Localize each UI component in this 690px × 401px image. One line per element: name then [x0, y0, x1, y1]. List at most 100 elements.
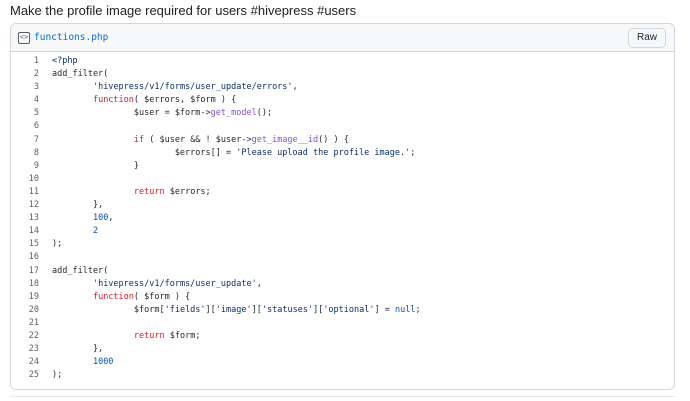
- line-number[interactable]: 3: [11, 81, 39, 94]
- code-token: 'Please upload the profile image.': [236, 147, 411, 158]
- code-token: ( $errors, $form ) {: [133, 95, 237, 106]
- line-number[interactable]: 1: [11, 55, 39, 68]
- line-number[interactable]: 19: [11, 291, 39, 304]
- code-token: 2: [92, 226, 99, 237]
- code-token: 'hivepress/v1/forms/user_update/errors': [92, 82, 293, 93]
- line-number[interactable]: 7: [11, 134, 39, 147]
- line-number[interactable]: 20: [11, 304, 39, 317]
- line-code: 100,: [39, 212, 113, 225]
- code-token: get_image__id: [251, 134, 319, 145]
- code-line: 25);: [11, 369, 674, 382]
- line-number[interactable]: 25: [11, 369, 39, 382]
- code-token: $errors[] =: [52, 147, 237, 158]
- code-line: 3 'hivepress/v1/forms/user_update/errors…: [11, 81, 674, 94]
- line-code: function( $form ) {: [39, 291, 190, 304]
- code-token: get_model: [210, 108, 257, 119]
- line-number[interactable]: 18: [11, 278, 39, 291]
- line-number[interactable]: 2: [11, 68, 39, 81]
- line-number[interactable]: 11: [11, 186, 39, 199]
- line-code: },: [39, 199, 103, 212]
- code-token: ,: [292, 82, 298, 93]
- line-code: );: [39, 238, 62, 251]
- code-line: 19 function( $form ) {: [11, 291, 674, 304]
- code-token: ][: [205, 304, 216, 315]
- gist-header: <> functions.php Raw: [11, 24, 674, 52]
- line-code: 'hivepress/v1/forms/user_update',: [39, 278, 262, 291]
- line-number[interactable]: 17: [11, 265, 39, 278]
- code-token: 'optional': [323, 304, 375, 315]
- code-token: null: [394, 304, 416, 315]
- code-token: );: [52, 239, 63, 250]
- line-number[interactable]: 16: [11, 251, 39, 264]
- line-number[interactable]: 23: [11, 343, 39, 356]
- line-code: 1000: [39, 356, 113, 369]
- code-token: 100: [92, 213, 109, 224]
- code-token: ;: [415, 304, 421, 315]
- line-number[interactable]: 8: [11, 147, 39, 160]
- code-token: return: [133, 186, 165, 197]
- code-token: },: [52, 344, 104, 355]
- code-line: 8 $errors[] = 'Please upload the profile…: [11, 147, 674, 160]
- line-number[interactable]: 4: [11, 94, 39, 107]
- line-code: }: [39, 160, 139, 173]
- code-line: 16: [11, 251, 674, 264]
- raw-button[interactable]: Raw: [627, 27, 666, 48]
- line-number[interactable]: 22: [11, 330, 39, 343]
- line-number[interactable]: 5: [11, 107, 39, 120]
- code-token: 'fields': [164, 304, 206, 315]
- code-line: 12 },: [11, 199, 674, 212]
- code-line: 17 add_filter(: [11, 265, 674, 278]
- code-line: 24 1000: [11, 356, 674, 369]
- code-token: return: [133, 330, 165, 341]
- line-number[interactable]: 21: [11, 317, 39, 330]
- code-token: function: [92, 95, 134, 106]
- file-name-link[interactable]: functions.php: [34, 32, 108, 43]
- code-token: ();: [256, 108, 273, 119]
- line-code: $form['fields']['image']['statuses']['op…: [39, 304, 421, 317]
- line-code: return $errors;: [39, 186, 211, 199]
- line-number[interactable]: 14: [11, 225, 39, 238]
- code-token: ][: [251, 304, 262, 315]
- code-file-icon: <>: [18, 31, 30, 44]
- code-token: ( $user && ! $user->: [144, 134, 252, 145]
- code-token: },: [52, 200, 104, 211]
- code-line: 15);: [11, 238, 674, 251]
- code-token: 'image': [215, 304, 252, 315]
- code-line: 10: [11, 173, 674, 186]
- line-code: return $form;: [39, 330, 201, 343]
- line-number[interactable]: 9: [11, 160, 39, 173]
- code-token: $user = $form->: [52, 108, 211, 119]
- code-line: 2 add_filter(: [11, 68, 674, 81]
- divider: [10, 396, 675, 397]
- code-token: ( $form ) {: [133, 291, 191, 302]
- line-number[interactable]: 15: [11, 238, 39, 251]
- code-body: 1 <?php 2 add_filter(3 'hivepress/v1/forms/…: [11, 52, 674, 382]
- code-line: 21: [11, 317, 674, 330]
- code-token: () ) {: [318, 134, 349, 145]
- code-token: );: [52, 370, 63, 381]
- line-number[interactable]: 13: [11, 212, 39, 225]
- line-number[interactable]: 12: [11, 199, 39, 212]
- code-token: ] =: [374, 304, 395, 315]
- line-number[interactable]: 10: [11, 173, 39, 186]
- code-token: $errors;: [164, 186, 211, 197]
- code-token: add_filter(: [52, 265, 109, 276]
- code-line: 4 function( $errors, $form ) {: [11, 94, 674, 107]
- line-code: function( $errors, $form ) {: [39, 94, 236, 107]
- code-token: function: [92, 291, 134, 302]
- code-token: ;: [410, 147, 416, 158]
- line-code: 'hivepress/v1/forms/user_update/errors',: [39, 81, 298, 94]
- line-code: $errors[] = 'Please upload the profile i…: [39, 147, 416, 160]
- line-code: 2: [39, 225, 98, 238]
- line-number[interactable]: 24: [11, 356, 39, 369]
- line-number[interactable]: 6: [11, 120, 39, 133]
- code-token: 1000: [92, 357, 114, 368]
